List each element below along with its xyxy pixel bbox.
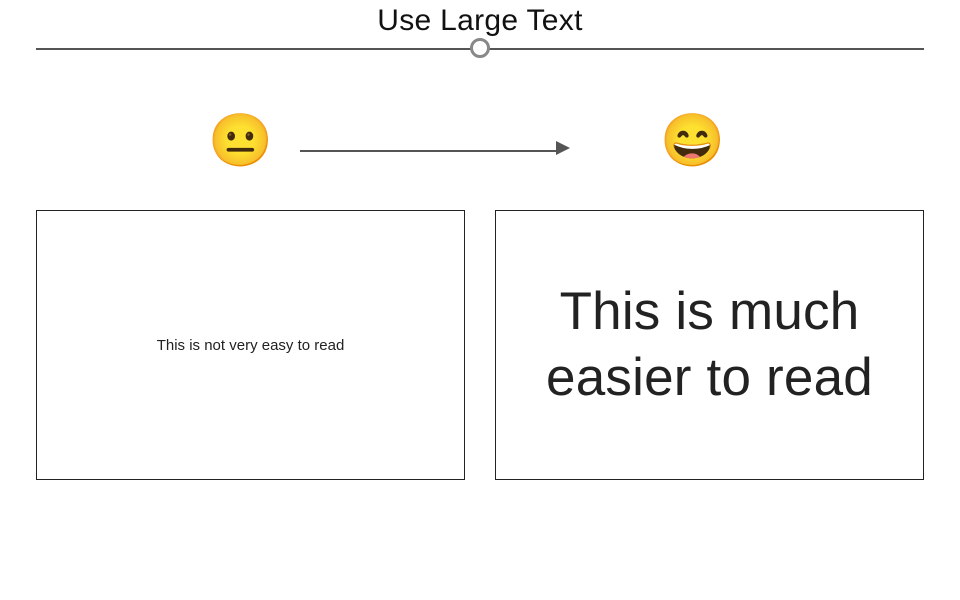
large-text-panel: This is much easier to read: [495, 210, 924, 480]
page-title: Use Large Text: [0, 0, 960, 38]
small-text-example: This is not very easy to read: [157, 337, 345, 354]
divider-circle-icon: [470, 38, 490, 58]
neutral-face-icon: 😐: [208, 115, 273, 167]
arrow-head: [556, 141, 570, 155]
comparison-panels: This is not very easy to read This is mu…: [36, 210, 924, 480]
emoji-row: 😐 😄: [0, 115, 960, 185]
small-text-panel: This is not very easy to read: [36, 210, 465, 480]
arrow-shaft: [300, 150, 558, 152]
arrow-icon: [300, 141, 570, 161]
header: Use Large Text: [0, 0, 960, 56]
large-text-example: This is much easier to read: [516, 279, 903, 412]
smiling-face-icon: 😄: [660, 115, 725, 167]
